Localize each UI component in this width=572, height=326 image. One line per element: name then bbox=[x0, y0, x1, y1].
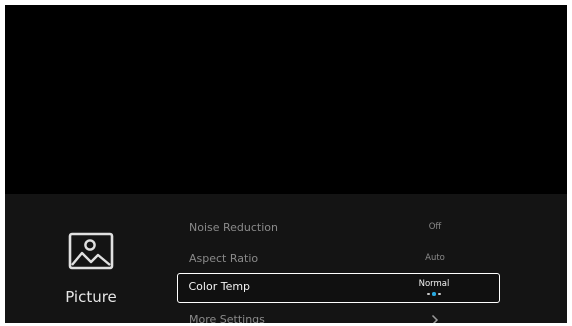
option-dot bbox=[427, 292, 430, 296]
tv-screen: Picture Noise Reduction Off Aspect Ratio… bbox=[5, 5, 567, 323]
setting-label: Aspect Ratio bbox=[189, 252, 259, 265]
setting-color-temp[interactable]: Color Temp Normal bbox=[177, 273, 500, 303]
category-label: Picture bbox=[65, 288, 117, 306]
setting-label: Noise Reduction bbox=[189, 221, 278, 234]
settings-menu-panel: Picture Noise Reduction Off Aspect Ratio… bbox=[5, 194, 567, 323]
option-dot-selected bbox=[432, 292, 436, 296]
category-picture: Picture bbox=[5, 194, 177, 323]
setting-value: Auto bbox=[425, 253, 445, 263]
chevron-right-icon bbox=[370, 305, 500, 323]
setting-aspect-ratio[interactable]: Aspect Ratio Auto bbox=[177, 244, 500, 273]
setting-label: More Settings bbox=[189, 313, 265, 323]
setting-label: Color Temp bbox=[188, 280, 251, 293]
option-dot bbox=[438, 292, 441, 296]
setting-more-settings[interactable]: More Settings bbox=[177, 305, 500, 323]
option-indicator-dots bbox=[369, 292, 499, 296]
picture-icon bbox=[68, 232, 114, 270]
setting-value: Normal bbox=[418, 279, 450, 289]
setting-value: Off bbox=[428, 222, 442, 232]
setting-noise-reduction[interactable]: Noise Reduction Off bbox=[177, 213, 500, 242]
